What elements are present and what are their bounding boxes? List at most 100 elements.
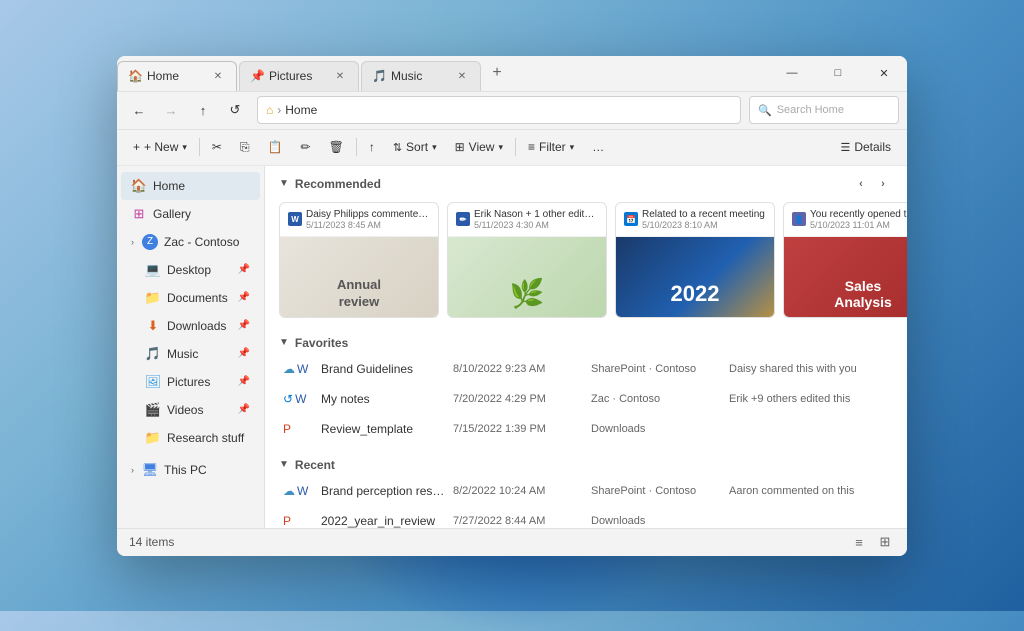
recommended-next-button[interactable]: › [873,174,893,194]
year-review-location: Downloads [591,515,721,527]
sidebar-item-downloads[interactable]: ⬇ Downloads 📌 [121,312,260,340]
my-notes-name: My notes [321,392,445,406]
card-brand-thumb: 2022 [616,237,774,318]
delete-button[interactable]: 🗑 [321,134,352,160]
recommended-prev-button[interactable]: ‹ [851,174,871,194]
sidebar-item-zac-contoso[interactable]: › Z Zac - Contoso [121,228,260,256]
copy-button[interactable]: ⎘ [232,134,258,160]
sidebar-item-research[interactable]: 📁 Research stuff [121,424,260,452]
file-row-my-notes[interactable]: ↺ W My notes 7/20/2022 4:29 PM Zac · Con… [279,384,893,414]
brand-perception-icons: ☁ W [283,484,313,498]
sidebar-item-music[interactable]: 🎵 Music 📌 [121,340,260,368]
sort-button[interactable]: ⇅ Sort ▾ [385,134,445,160]
brand-guidelines-activity: Daisy shared this with you [729,363,889,375]
brand-perception-location: SharePoint · Contoso [591,485,721,497]
new-button[interactable]: + + New ▾ [125,134,195,160]
tab-music[interactable]: 🎵 Music ✕ [361,61,481,91]
my-notes-date: 7/20/2022 4:29 PM [453,393,583,405]
brand-guidelines-date: 8/10/2022 9:23 AM [453,363,583,375]
up-button[interactable]: ↑ [189,96,217,124]
tab-pictures-label: Pictures [269,69,327,83]
sidebar-downloads-label: Downloads [167,319,226,333]
my-notes-activity: Erik +9 others edited this [729,393,889,405]
recommended-chevron[interactable]: ▼ [279,178,289,189]
separator-3 [515,138,516,156]
card-plant-user: Erik Nason + 1 other edited this [474,209,598,220]
view-button[interactable]: ⊞ View ▾ [447,134,511,160]
card-sales-analysis[interactable]: 👤 You recently opened this 5/10/2023 11:… [783,202,907,318]
file-row-year-in-review[interactable]: P 2022_year_in_review 7/27/2022 8:44 AM … [279,506,893,528]
filter-icon: ≡ [528,140,535,154]
file-row-review-template[interactable]: P Review_template 7/15/2022 1:39 PM Down… [279,414,893,444]
file-row-brand-perception[interactable]: ☁ W Brand perception research 8/2/2022 1… [279,476,893,506]
recent-chevron[interactable]: ▼ [279,459,289,470]
new-tab-button[interactable]: + [483,59,511,87]
address-bar[interactable]: ⌂ › Home [257,96,741,124]
pictures-icon: 🖼 [145,374,161,390]
view-chevron: ▾ [498,142,503,153]
sidebar-item-home[interactable]: 🏠 Home [121,172,260,200]
card-brand-design[interactable]: 📅 Related to a recent meeting 5/10/2023 … [615,202,775,318]
zac-expand-icon: › [131,237,134,247]
sidebar-music-label: Music [167,347,198,361]
list-view-button[interactable]: ≡ [849,532,869,552]
paste-button[interactable]: 📋 [260,134,291,160]
documents-icon: 📁 [145,290,161,306]
new-label: + New [144,140,178,154]
brand-guidelines-name: Brand Guidelines [321,362,445,376]
sidebar-documents-label: Documents [167,291,228,305]
tab-music-close[interactable]: ✕ [454,68,470,84]
cut-button[interactable]: ✂ [204,134,230,160]
card-sales-date: 5/10/2023 11:01 AM [810,220,907,230]
favorites-chevron[interactable]: ▼ [279,337,289,348]
music-pin-icon: 📌 [238,348,250,359]
minimize-button[interactable]: — [769,56,815,92]
cloud-icon-2: ☁ [283,484,295,498]
forward-button[interactable]: → [157,96,185,124]
sidebar-item-gallery[interactable]: ⊞ Gallery [121,200,260,228]
recent-label: Recent [295,458,335,472]
maximize-button[interactable]: □ [815,56,861,92]
year-review-name: 2022_year_in_review [321,514,445,528]
back-button[interactable]: ← [125,96,153,124]
file-row-brand-guidelines[interactable]: ☁ W Brand Guidelines 8/10/2022 9:23 AM S… [279,354,893,384]
details-button[interactable]: ☰ Details [832,134,899,160]
sidebar-desktop-label: Desktop [167,263,211,277]
research-icon: 📁 [145,430,161,446]
sidebar-item-this-pc[interactable]: › 🖥 This PC [121,456,260,484]
search-box[interactable]: 🔍 Search Home [749,96,899,124]
grid-view-button[interactable]: ⊞ [875,532,895,552]
filter-button[interactable]: ≡ Filter ▾ [520,134,582,160]
card-sales-header: 👤 You recently opened this 5/10/2023 11:… [784,203,907,237]
review-template-name: Review_template [321,422,445,436]
refresh-button[interactable]: ↺ [221,96,249,124]
sidebar-item-videos[interactable]: 🎬 Videos 📌 [121,396,260,424]
review-template-location: Downloads [591,423,721,435]
share-button[interactable]: ↑ [361,134,383,160]
card-plant-care[interactable]: ✏ Erik Nason + 1 other edited this 5/11/… [447,202,607,318]
card-brand-header: 📅 Related to a recent meeting 5/10/2023 … [616,203,774,237]
command-bar: + + New ▾ ✂ ⎘ 📋 ✏ 🗑 ↑ ⇅ Sort ▾ ⊞ View ▾ … [117,130,907,166]
brand-thumb-text: 2022 [671,281,720,307]
new-chevron: ▾ [182,142,187,153]
sidebar: 🏠 Home ⊞ Gallery › Z Zac - Contoso 💻 Des… [117,166,265,528]
tab-home-close[interactable]: ✕ [210,68,226,84]
tab-home[interactable]: 🏠 Home ✕ [117,61,237,91]
rename-button[interactable]: ✏ [293,134,319,160]
tab-pictures[interactable]: 📌 Pictures ✕ [239,61,359,91]
pictures-pin-icon: 📌 [238,376,250,387]
window-controls: — □ ✕ [769,56,907,91]
sidebar-item-documents[interactable]: 📁 Documents 📌 [121,284,260,312]
status-bar: 14 items ≡ ⊞ [117,528,907,556]
sidebar-pictures-label: Pictures [167,375,210,389]
tab-pictures-close[interactable]: ✕ [332,68,348,84]
more-button[interactable]: … [584,134,612,160]
sidebar-item-desktop[interactable]: 💻 Desktop 📌 [121,256,260,284]
sidebar-item-pictures[interactable]: 🖼 Pictures 📌 [121,368,260,396]
pc-expand-icon: › [131,465,134,475]
card-annual-review[interactable]: W Daisy Philipps commented on... 5/11/20… [279,202,439,318]
close-button[interactable]: ✕ [861,56,907,92]
card-sales-thumb: SalesAnalysis [784,237,907,318]
sidebar-home-label: Home [153,179,185,193]
brand-perception-activity: Aaron commented on this [729,485,889,497]
